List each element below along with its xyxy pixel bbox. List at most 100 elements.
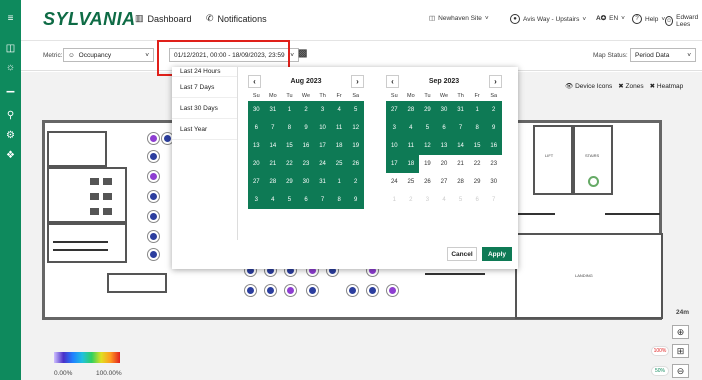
day-cell[interactable]: 11 — [402, 137, 420, 155]
zoom-out-button[interactable]: ⊖ — [672, 364, 689, 378]
site-selector[interactable]: ◫ Newhaven Site ˅ — [429, 14, 489, 23]
day-cell[interactable]: 18 — [402, 155, 420, 173]
day-cell[interactable]: 8 — [468, 119, 486, 137]
day-cell[interactable]: 6 — [435, 119, 453, 137]
day-cell[interactable]: 8 — [330, 191, 348, 209]
day-cell[interactable]: 5 — [281, 191, 298, 209]
day-cell[interactable]: 30 — [248, 101, 265, 119]
day-cell[interactable]: 28 — [402, 101, 420, 119]
sylvania-logo[interactable]: SYLVANIA — [43, 9, 136, 30]
heatmap-toggle[interactable]: ✖ Heatmap — [650, 82, 684, 90]
metric-select[interactable]: ☺ Occupancy ˅ — [63, 48, 154, 62]
sensor-dot[interactable] — [347, 285, 358, 296]
zoom-in-button[interactable]: ⊕ — [672, 325, 689, 339]
user-menu[interactable]: ☺ Edward Lees ˅ — [665, 14, 702, 28]
day-cell[interactable]: 17 — [386, 155, 403, 173]
day-cell[interactable]: 7 — [264, 119, 282, 137]
day-cell[interactable]: 3 — [386, 119, 403, 137]
day-cell[interactable]: 7 — [314, 191, 331, 209]
preset-last-7-days[interactable]: Last 7 Days — [172, 77, 237, 98]
day-cell[interactable]: 6 — [297, 191, 315, 209]
day-cell[interactable]: 1 — [281, 101, 298, 119]
preset-last-year[interactable]: Last Year — [172, 119, 237, 140]
day-cell[interactable]: 18 — [330, 137, 348, 155]
day-cell[interactable]: 27 — [386, 101, 403, 119]
next-month-button[interactable]: › — [488, 74, 502, 88]
day-cell[interactable]: 3 — [248, 191, 265, 209]
day-cell[interactable]: 17 — [314, 137, 331, 155]
language-selector[interactable]: A✪ EN ˅ — [596, 14, 625, 23]
day-cell[interactable]: 31 — [264, 101, 282, 119]
day-cell[interactable]: 23 — [485, 155, 502, 173]
day-cell[interactable]: 13 — [248, 137, 265, 155]
day-cell[interactable]: 5 — [452, 191, 469, 209]
day-cell[interactable]: 15 — [468, 137, 486, 155]
sensor-dot[interactable] — [307, 285, 318, 296]
day-cell[interactable]: 22 — [281, 155, 298, 173]
day-cell[interactable]: 7 — [485, 191, 502, 209]
menu-icon[interactable]: ≡ — [0, 11, 21, 25]
day-cell[interactable]: 5 — [347, 101, 364, 119]
sensor-dot[interactable] — [367, 285, 378, 296]
sensor-dot[interactable] — [245, 285, 256, 296]
light-icon[interactable]: ☼ — [0, 60, 21, 74]
sensor-dot[interactable] — [148, 231, 159, 242]
sensor-dot[interactable] — [148, 191, 159, 202]
day-cell[interactable]: 3 — [314, 101, 331, 119]
day-cell[interactable]: 23 — [297, 155, 315, 173]
day-cell[interactable]: 29 — [469, 173, 486, 191]
map-status-select[interactable]: Period Data ˅ — [630, 48, 696, 62]
day-cell[interactable]: 19 — [347, 137, 364, 155]
help-menu[interactable]: ? Help ˅ — [632, 14, 665, 24]
day-cell[interactable]: 14 — [264, 137, 282, 155]
preset-last-30-days[interactable]: Last 30 Days — [172, 98, 237, 119]
bar-chart-icon[interactable]: ▩ — [298, 48, 307, 59]
nav-dashboard[interactable]: ▥ Dashboard — [135, 13, 192, 24]
sensor-dot[interactable] — [588, 176, 599, 187]
day-cell[interactable]: 27 — [248, 173, 265, 191]
zones-toggle[interactable]: ✖ Zones — [618, 82, 643, 90]
day-cell[interactable]: 26 — [347, 155, 364, 173]
day-cell[interactable]: 24 — [314, 155, 331, 173]
chart-icon[interactable]: ▁ — [0, 80, 21, 94]
device-icons-toggle[interactable]: 👁 Device Icons — [565, 82, 612, 90]
day-cell[interactable]: 6 — [248, 119, 265, 137]
day-cell[interactable]: 2 — [403, 191, 420, 209]
day-cell[interactable]: 27 — [436, 173, 453, 191]
day-cell[interactable]: 16 — [297, 137, 315, 155]
day-cell[interactable]: 26 — [419, 173, 436, 191]
day-cell[interactable]: 25 — [330, 155, 348, 173]
tool-icon[interactable]: ⚲ — [0, 108, 21, 122]
day-cell[interactable]: 11 — [330, 119, 348, 137]
day-cell[interactable]: 4 — [402, 119, 420, 137]
day-cell[interactable]: 12 — [419, 137, 436, 155]
sensor-dot[interactable] — [148, 151, 159, 162]
day-cell[interactable]: 2 — [347, 173, 364, 191]
day-cell[interactable]: 1 — [386, 191, 403, 209]
day-cell[interactable]: 31 — [314, 173, 331, 191]
day-cell[interactable]: 3 — [419, 191, 436, 209]
day-cell[interactable]: 8 — [281, 119, 298, 137]
day-cell[interactable]: 15 — [281, 137, 298, 155]
day-cell[interactable]: 9 — [485, 119, 502, 137]
day-cell[interactable]: 9 — [347, 191, 364, 209]
floor-icon[interactable]: ◫ — [0, 41, 21, 55]
day-cell[interactable]: 9 — [297, 119, 315, 137]
day-cell[interactable]: 5 — [419, 119, 436, 137]
sensor-dot[interactable] — [265, 285, 276, 296]
day-cell[interactable]: 4 — [436, 191, 453, 209]
day-cell[interactable]: 12 — [347, 119, 364, 137]
settings-icon[interactable]: ⚙ — [0, 128, 21, 142]
info-icon[interactable]: ❖ — [0, 148, 21, 162]
day-cell[interactable]: 30 — [297, 173, 315, 191]
sensor-dot[interactable] — [148, 133, 159, 144]
zoom-fit-button[interactable]: ⊞ — [672, 344, 689, 358]
sensor-dot[interactable] — [148, 211, 159, 222]
sensor-dot[interactable] — [148, 249, 159, 260]
day-cell[interactable]: 20 — [248, 155, 265, 173]
day-cell[interactable]: 21 — [452, 155, 469, 173]
day-cell[interactable]: 21 — [264, 155, 282, 173]
day-cell[interactable]: 14 — [452, 137, 469, 155]
preset-last-24-hours[interactable]: Last 24 Hours — [172, 67, 237, 77]
next-month-button[interactable]: › — [351, 74, 364, 88]
